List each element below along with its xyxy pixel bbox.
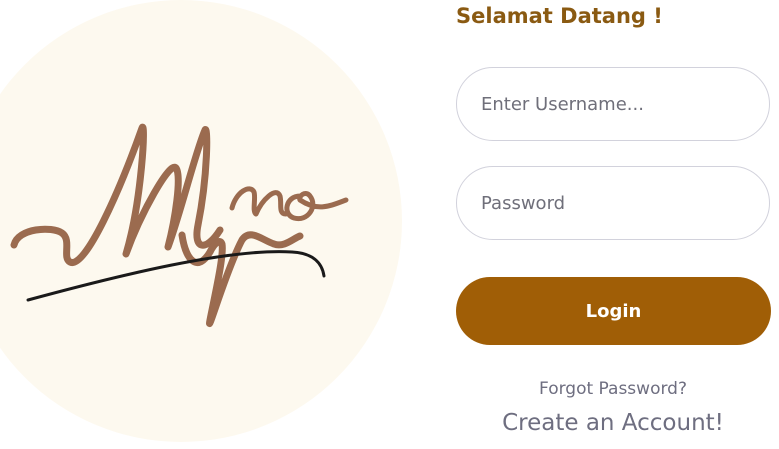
welcome-title: Selamat Datang ! — [456, 4, 663, 28]
logo-underline-swash — [26, 250, 326, 302]
login-page: Selamat Datang ! Login Forgot Password? … — [0, 0, 779, 449]
create-account-link[interactable]: Create an Account! — [456, 410, 770, 436]
logo-letter-m — [10, 123, 224, 266]
forgot-password-link[interactable]: Forgot Password? — [456, 379, 770, 399]
login-button[interactable]: Login — [456, 277, 771, 345]
password-input[interactable] — [456, 166, 770, 240]
username-input[interactable] — [456, 67, 770, 141]
logo-letter-o — [284, 191, 349, 222]
logo-letter-n — [229, 186, 289, 217]
myno-signature-logo — [10, 123, 349, 327]
